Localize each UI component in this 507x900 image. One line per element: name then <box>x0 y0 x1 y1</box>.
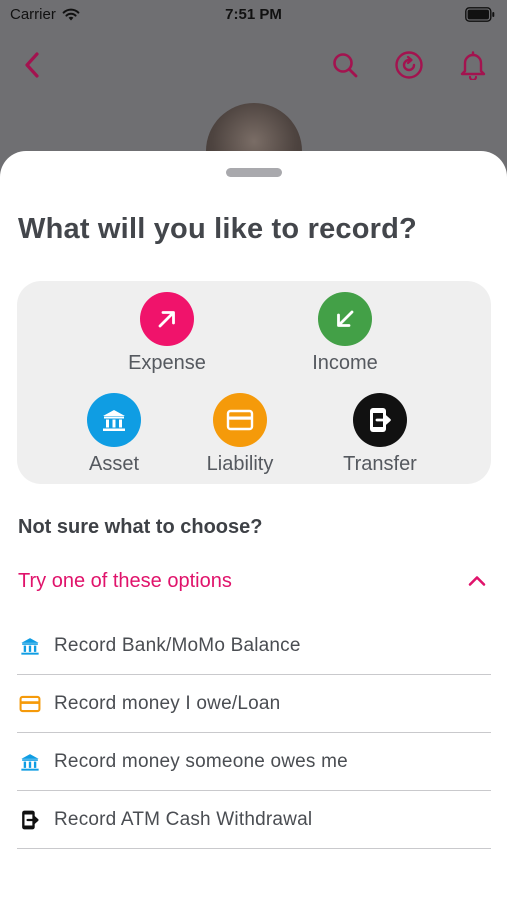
status-time: 7:51 PM <box>225 6 282 23</box>
record-bottom-sheet: What will you like to record? Expense In… <box>0 151 507 900</box>
arrow-up-right-icon <box>158 311 175 328</box>
suggestion-bank-balance[interactable]: Record Bank/MoMo Balance <box>17 617 491 675</box>
liability-option[interactable]: Liability <box>185 393 295 476</box>
suggestion-owe-loan[interactable]: Record money I owe/Loan <box>17 675 491 733</box>
bell-icon <box>460 51 486 80</box>
suggestions-list: Record Bank/MoMo Balance Record money I … <box>17 617 491 849</box>
back-button[interactable] <box>12 45 52 85</box>
search-button[interactable] <box>325 45 365 85</box>
expense-label: Expense <box>128 352 206 374</box>
chevron-up-icon <box>468 576 486 586</box>
chevron-left-icon <box>25 52 39 78</box>
arrow-down-left-icon <box>337 310 354 327</box>
search-icon <box>333 53 358 78</box>
asset-option[interactable]: Asset <box>59 393 169 476</box>
record-type-panel: Expense Income Asset Liability Transfer <box>17 281 491 484</box>
sheet-title: What will you like to record? <box>18 213 417 245</box>
exit-phone-icon <box>19 809 41 831</box>
status-bar: Carrier 7:51 PM <box>0 0 507 30</box>
card-icon <box>19 693 41 715</box>
bank-icon <box>103 410 125 431</box>
income-circle <box>318 292 372 346</box>
suggestion-someone-owes[interactable]: Record money someone owes me <box>17 733 491 791</box>
asset-label: Asset <box>88 453 140 475</box>
refresh-button[interactable] <box>389 45 429 85</box>
card-icon <box>226 409 254 431</box>
suggestions-toggle-label: Try one of these options <box>18 569 232 592</box>
list-item-label: Record money I owe/Loan <box>54 692 281 714</box>
refresh-icon <box>395 51 423 79</box>
suggestion-atm-withdrawal[interactable]: Record ATM Cash Withdrawal <box>17 791 491 849</box>
bank-icon <box>19 635 41 657</box>
income-label: Income <box>312 352 378 374</box>
expense-circle <box>140 292 194 346</box>
bank-icon <box>19 751 41 773</box>
notifications-button[interactable] <box>453 45 493 85</box>
liability-circle <box>213 393 267 447</box>
liability-label: Liability <box>206 453 274 475</box>
unsure-heading: Not sure what to choose? <box>18 516 263 538</box>
list-item-label: Record Bank/MoMo Balance <box>54 634 301 656</box>
top-nav <box>0 45 507 91</box>
sheet-drag-handle[interactable] <box>226 168 282 177</box>
list-item-label: Record ATM Cash Withdrawal <box>54 808 313 830</box>
transfer-circle <box>353 393 407 447</box>
income-option[interactable]: Income <box>290 292 400 375</box>
exit-phone-icon <box>370 408 391 432</box>
transfer-label: Transfer <box>343 453 417 475</box>
asset-circle <box>87 393 141 447</box>
expense-option[interactable]: Expense <box>112 292 222 375</box>
transfer-option[interactable]: Transfer <box>325 393 435 476</box>
list-item-label: Record money someone owes me <box>54 750 348 772</box>
suggestions-toggle[interactable]: Try one of these options <box>18 566 491 596</box>
battery-icon <box>465 7 495 22</box>
